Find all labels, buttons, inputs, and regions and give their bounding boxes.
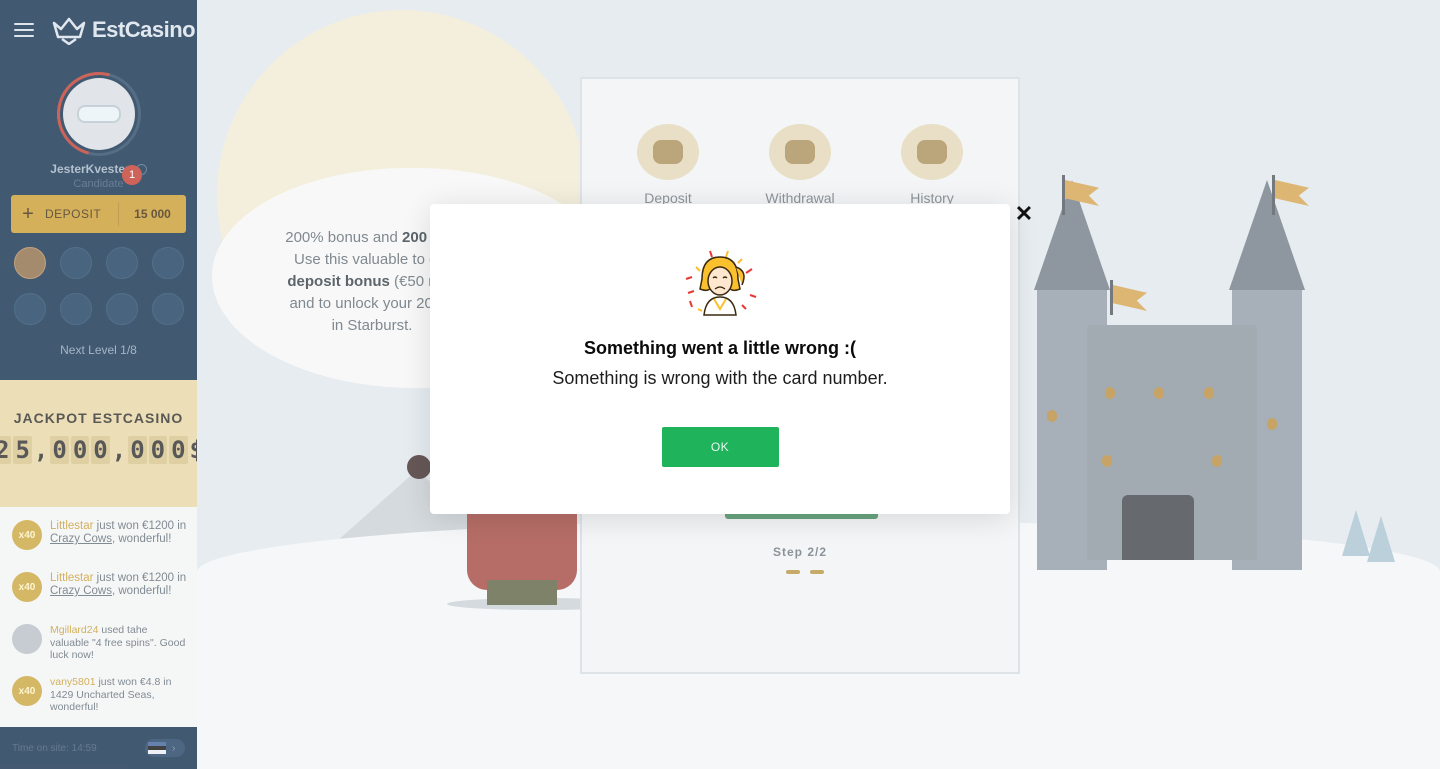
dialog-message: Something is wrong with the card number. [552, 368, 888, 388]
error-dialog: ✕ Something went a little wrong :( Somet… [430, 203, 1033, 514]
dialog-title: Something went a little wrong :( [584, 338, 856, 358]
ok-button[interactable]: OK [661, 427, 779, 467]
sad-woman-icon [685, 250, 757, 316]
close-icon[interactable]: ✕ [1012, 203, 1036, 225]
